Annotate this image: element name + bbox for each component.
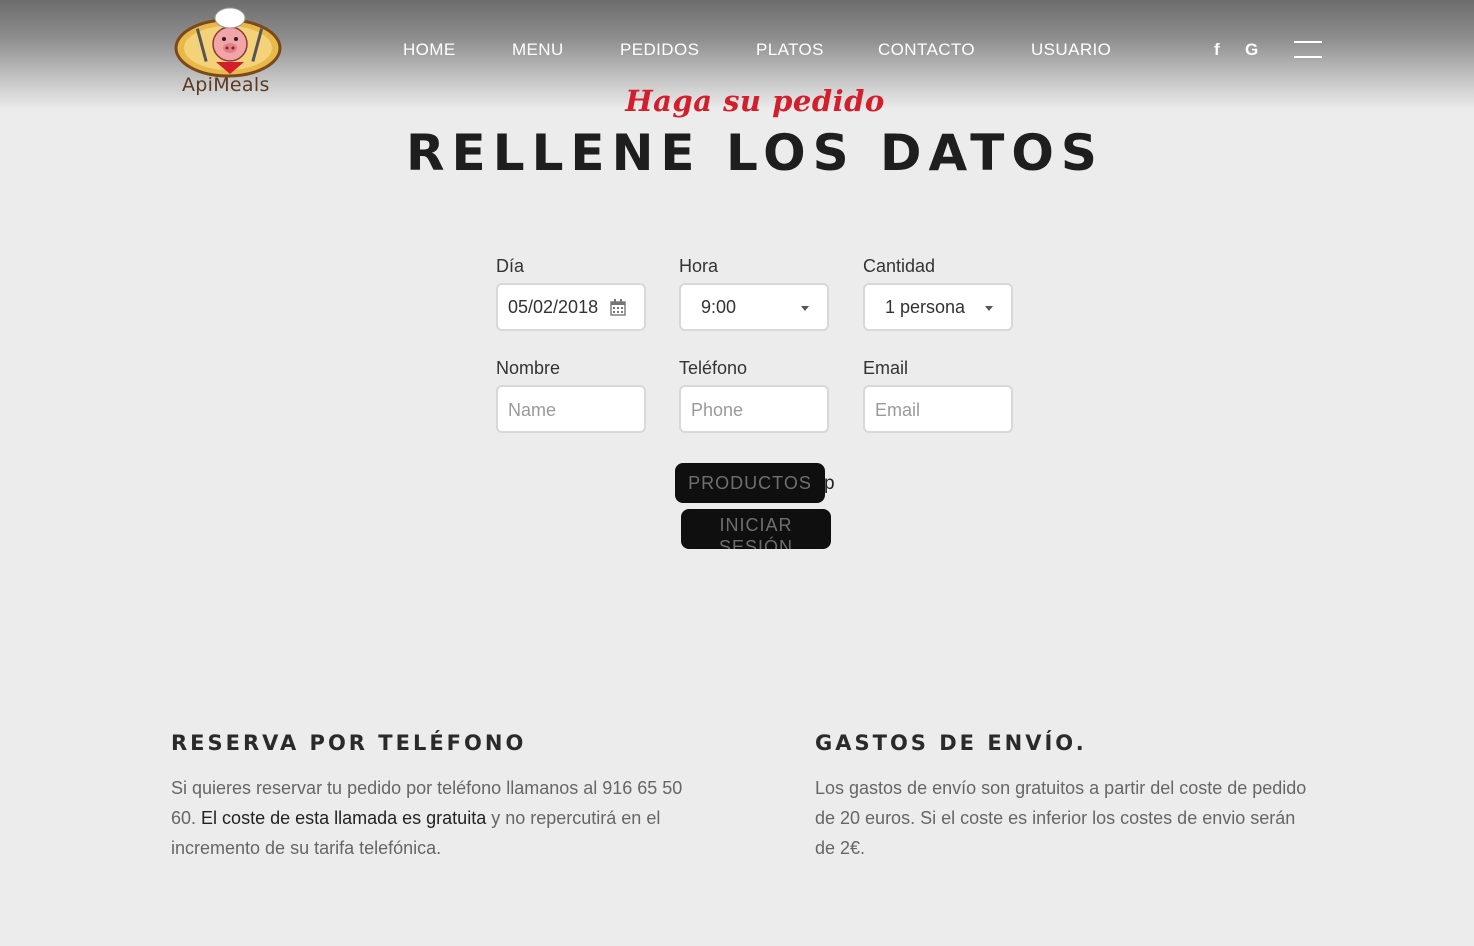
phone-reservation-text: Si quieres reservar tu pedido por teléfo… — [171, 773, 691, 863]
chevron-down-icon — [801, 306, 809, 311]
shipping-title: GASTOS DE ENVÍO. — [815, 731, 1087, 755]
hamburger-menu-icon[interactable] — [1294, 41, 1322, 59]
iniciar-sesion-line1: INICIAR — [719, 515, 793, 535]
nav-item-contacto[interactable]: CONTACTO — [878, 40, 975, 60]
productos-button[interactable]: PRODUCTOS — [675, 463, 825, 503]
email-label: Email — [863, 358, 909, 378]
shipping-text: Los gastos de envío son gratuitos a part… — [815, 778, 1307, 858]
telefono-label: Teléfono — [679, 358, 748, 378]
hora-value: 9:00 — [701, 297, 737, 317]
date-input[interactable]: 05/02/2018 — [496, 283, 646, 331]
date-value: 05/02/2018 — [508, 297, 599, 317]
nav-item-home[interactable]: HOME — [403, 40, 456, 60]
page-title: RELLENE LOS DATOS — [406, 124, 1104, 182]
nombre-label: Nombre — [496, 358, 561, 378]
hora-select[interactable]: 9:00 — [679, 283, 829, 331]
cantidad-label: Cantidad — [863, 256, 936, 276]
dia-label: Día — [496, 256, 525, 276]
nav-item-usuario[interactable]: USUARIO — [1031, 40, 1111, 60]
iniciar-sesion-button[interactable]: INICIAR SESIÓN — [681, 509, 831, 549]
cantidad-value: 1 persona — [885, 297, 966, 317]
chevron-down-icon — [985, 306, 993, 311]
email-placeholder: Email — [875, 400, 921, 420]
name-field[interactable]: Name — [496, 385, 646, 433]
phone-reservation-title: RESERVA POR TELÉFONO — [171, 731, 527, 755]
nav-item-menu[interactable]: MENU — [512, 40, 564, 60]
nav-item-platos[interactable]: PLATOS — [756, 40, 824, 60]
phone-placeholder: Phone — [691, 400, 744, 420]
email-field[interactable]: Email — [863, 385, 1013, 433]
hora-label: Hora — [679, 256, 719, 276]
page-subtitle: Haga su pedido — [625, 84, 885, 118]
iniciar-sesion-line2: SESIÓN — [718, 537, 794, 549]
phone-field[interactable]: Phone — [679, 385, 829, 433]
facebook-icon[interactable]: f — [1214, 40, 1220, 60]
google-icon[interactable]: G — [1245, 40, 1258, 60]
nav-item-pedidos[interactable]: PEDIDOS — [620, 40, 699, 60]
phone-text-highlight: El coste de esta llamada es gratuita — [201, 808, 487, 828]
stray-text: p — [824, 473, 835, 494]
name-placeholder: Name — [508, 400, 557, 420]
cantidad-select[interactable]: 1 persona — [863, 283, 1013, 331]
calendar-icon[interactable] — [610, 299, 626, 316]
